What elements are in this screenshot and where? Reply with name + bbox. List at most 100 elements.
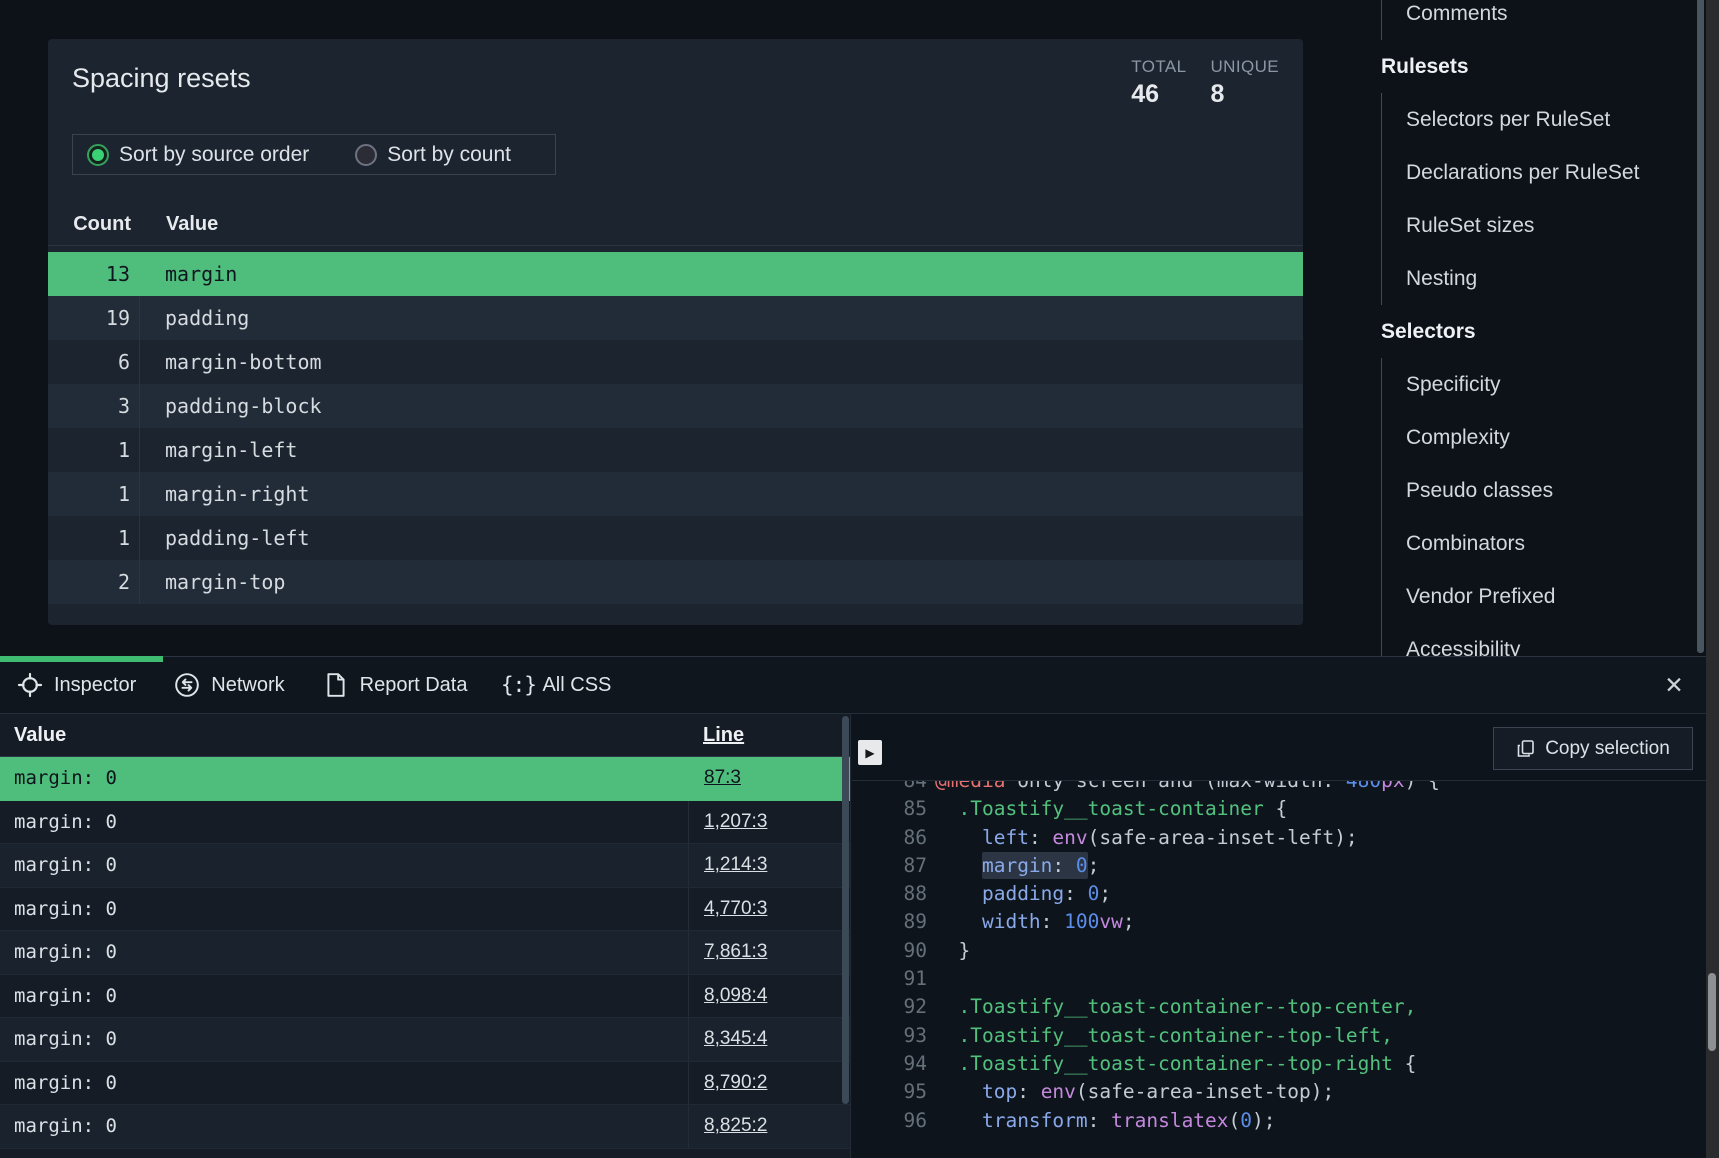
sidebar-item-pseudo-classes[interactable]: Pseudo classes (1381, 464, 1698, 517)
code-line: 95 top: env(safe-area-inset-top); (852, 1078, 1706, 1106)
inspector-row[interactable]: margin: 08,345:4 (0, 1018, 850, 1062)
inspector-row[interactable]: margin: 01,214:3 (0, 844, 850, 888)
inspector-row[interactable]: margin: 087:3 (0, 757, 850, 801)
close-icon: ✕ (1664, 672, 1683, 699)
code-line: 96 transform: translatex(0); (852, 1107, 1706, 1135)
sidebar-item-combinators[interactable]: Combinators (1381, 517, 1698, 570)
count-column-header: Count (48, 213, 131, 236)
sidebar-item-selectors-per-ruleset[interactable]: Selectors per RuleSet (1381, 93, 1698, 146)
expand-icon: ▶ (865, 746, 874, 760)
inspector-scrollbar-thumb[interactable] (842, 716, 849, 1104)
tab-report-data[interactable]: Report Data (323, 672, 468, 698)
spacing-row-margin-left[interactable]: 1margin-left (48, 428, 1303, 472)
inspector-row[interactable]: margin: 08,825:2 (0, 1105, 850, 1149)
tab-inspector[interactable]: Inspector (17, 672, 136, 698)
value-column-header: Value (14, 724, 66, 747)
tab-network[interactable]: Network (174, 672, 284, 698)
sidebar-item-vendor-prefixed[interactable]: Vendor Prefixed (1381, 570, 1698, 623)
line-link[interactable]: 8,345:4 (704, 1028, 767, 1050)
sidebar-item-specificity[interactable]: Specificity (1381, 358, 1698, 411)
page-scrollbar-thumb[interactable] (1708, 973, 1716, 1051)
page: { "colors": { "accent": "#4fbe7c", "indi… (0, 0, 1719, 1158)
inspector-pane: Value Line margin: 087:3margin: 01,207:3… (0, 714, 851, 1158)
line-number: 88 (852, 880, 927, 908)
code-line: 88 padding: 0; (852, 880, 1706, 908)
inspector-row[interactable]: margin: 0 7,861:3 (0, 931, 850, 975)
spacing-row-margin-right[interactable]: 1margin-right (48, 472, 1303, 516)
line-number: 91 (852, 965, 927, 993)
unique-label: UNIQUE (1210, 57, 1279, 77)
row-count: 2 (48, 560, 140, 604)
spacing-row-margin-top[interactable]: 2margin-top (48, 560, 1303, 604)
declaration-value: margin: 0 (14, 1062, 117, 1105)
sidebar-item-nesting[interactable]: Nesting (1381, 252, 1698, 305)
sort-by-source-order-option[interactable]: Sort by source order (87, 143, 309, 167)
spacing-row-padding-block[interactable]: 3padding-block (48, 384, 1303, 428)
line-link[interactable]: 8,098:4 (704, 985, 767, 1007)
code-text: .Toastify__toast-container--top-right { (935, 1050, 1416, 1078)
spacing-row-margin[interactable]: 13margin (48, 252, 1303, 296)
line-column-header[interactable]: Line (703, 724, 744, 747)
line-link[interactable]: 1,207:3 (704, 811, 767, 833)
line-number: 86 (852, 824, 927, 852)
inspector-row[interactable]: margin: 01,207:3 (0, 801, 850, 845)
tab-all-css[interactable]: {:} All CSS (505, 672, 611, 698)
row-value: margin-bottom (140, 350, 322, 374)
line-link[interactable]: 87:3 (704, 767, 741, 789)
tab-label: All CSS (542, 674, 611, 697)
line-cell: 8,825:2 (688, 1105, 767, 1148)
declaration-value: margin: 0 (14, 888, 117, 931)
sort-option-label: Sort by source order (119, 143, 309, 167)
row-count: 19 (48, 296, 140, 340)
sidebar-item-comments[interactable]: Comments (1381, 0, 1698, 40)
spacing-row-padding-left[interactable]: 1padding-left (48, 516, 1303, 560)
code-line: 87 margin: 0; (852, 852, 1706, 880)
line-link[interactable]: 7,861:3 (704, 941, 767, 963)
sidebar-scrollbar-thumb[interactable] (1697, 0, 1704, 653)
line-link[interactable]: 4,770:3 (704, 898, 767, 920)
sidebar-header-selectors: Selectors (1380, 320, 1476, 344)
line-number: 90 (852, 937, 927, 965)
copy-selection-button[interactable]: Copy selection (1493, 727, 1693, 770)
sidebar-item-declarations-per-ruleset[interactable]: Declarations per RuleSet (1381, 146, 1698, 199)
page-scrollbar-track[interactable] (1706, 0, 1719, 1158)
network-icon (174, 672, 200, 698)
inspector-row[interactable]: margin: 0 4,770:3 (0, 888, 850, 932)
row-count: 13 (48, 252, 140, 296)
expand-panel-button[interactable]: ▶ (858, 740, 882, 765)
row-value: margin-right (140, 482, 310, 506)
line-link[interactable]: 8,790:2 (704, 1072, 767, 1094)
sidebar-item-complexity[interactable]: Complexity (1381, 411, 1698, 464)
sort-by-count-option[interactable]: Sort by count (355, 143, 511, 167)
line-number: 92 (852, 993, 927, 1021)
inspector-row-partial (0, 1149, 850, 1158)
code-line: 86 left: env(safe-area-inset-left); (852, 824, 1706, 852)
line-number: 94 (852, 1050, 927, 1078)
total-stat: TOTAL 46 (1131, 57, 1186, 109)
declaration-value: margin: 0 (14, 975, 117, 1018)
spacing-row-padding[interactable]: 19padding (48, 296, 1303, 340)
sidebar-item-accessibility[interactable]: Accessibility (1381, 623, 1698, 656)
spacing-resets-card: Spacing resets TOTAL 46 UNIQUE 8 Sort by… (48, 39, 1303, 625)
row-value: padding-block (140, 394, 322, 418)
inspector-row[interactable]: margin: 0 8,098:4 (0, 975, 850, 1019)
inspector-row[interactable]: margin: 0 8,790:2 (0, 1062, 850, 1106)
spacing-table-rows: 13margin19padding6margin-bottom3padding-… (48, 252, 1303, 604)
code-line: 90 } (852, 937, 1706, 965)
line-cell: 8,098:4 (688, 975, 767, 1018)
all-css-icon: {:} (505, 672, 531, 698)
row-value: margin-left (140, 438, 297, 462)
line-cell: 8,790:2 (688, 1062, 767, 1105)
line-link[interactable]: 8,825:2 (704, 1115, 767, 1137)
code-view[interactable]: 84@media only screen and (max-width: 480… (852, 780, 1706, 1158)
spacing-row-margin-bottom[interactable]: 6margin-bottom (48, 340, 1303, 384)
code-text: margin: 0; (935, 852, 1099, 880)
line-link[interactable]: 1,214:3 (704, 854, 767, 876)
sidebar-item-ruleset-sizes[interactable]: RuleSet sizes (1381, 199, 1698, 252)
line-cell: 1,207:3 (688, 801, 767, 844)
line-number: 85 (852, 795, 927, 823)
header-separator (48, 245, 1303, 246)
declaration-value: margin: 0 (14, 931, 117, 974)
line-number: 95 (852, 1078, 927, 1106)
close-panel-button[interactable]: ✕ (1656, 667, 1692, 703)
